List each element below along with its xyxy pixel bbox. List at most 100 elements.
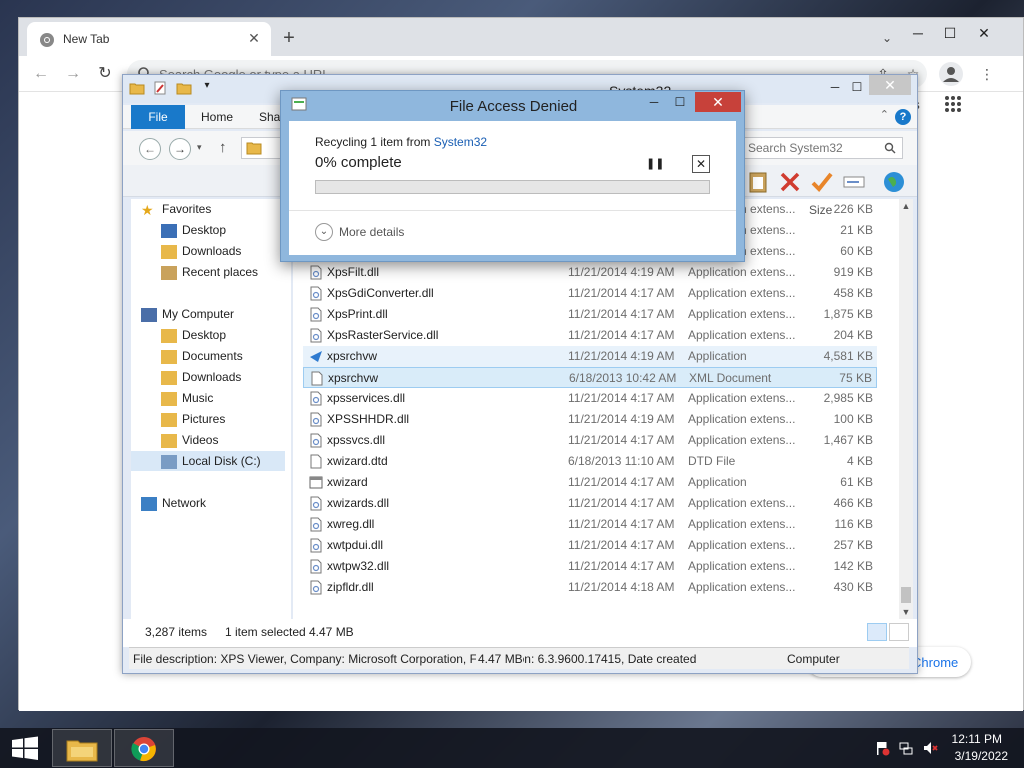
file-size: 4 KB <box>846 454 873 468</box>
rename-icon[interactable] <box>841 169 867 195</box>
explorer-close-icon[interactable]: ✕ <box>869 75 911 95</box>
windows-start-icon[interactable] <box>0 728 50 768</box>
qat-chevron-down-icon[interactable]: ▾ <box>199 80 215 96</box>
tab-title: New Tab <box>63 32 110 46</box>
nav-label: Recent places <box>182 265 259 279</box>
file-row[interactable]: xwtpw32.dll 11/21/2014 4:17 AM Application… <box>303 556 877 577</box>
file-row[interactable]: xpsservices.dll 11/21/2014 4:17 AM Applica… <box>303 388 877 409</box>
explorer-minimize-icon[interactable]: ─ <box>823 77 847 97</box>
file-size: 21 KB <box>840 223 873 237</box>
nav-my-computer[interactable]: My Computer <box>141 304 234 324</box>
file-row[interactable]: xwtpdui.dll 11/21/2014 4:17 AM Application… <box>303 535 877 556</box>
file-row[interactable]: XPSSHHDR.dll 11/21/2014 4:19 AM Applicatio… <box>303 409 877 430</box>
dialog-minimize-icon[interactable]: ─ <box>643 93 665 111</box>
nav-fav-recent[interactable]: Recent places <box>161 262 258 282</box>
clock-time[interactable]: 12:11 PM <box>952 732 1002 746</box>
chrome-maximize-icon[interactable]: ☐ <box>935 18 965 48</box>
file-row[interactable]: XpsPrint.dll 11/21/2014 4:17 AM Applicatio… <box>303 304 877 325</box>
details-view-icon[interactable] <box>867 623 887 641</box>
nav-mc-videos[interactable]: Videos <box>161 430 218 450</box>
tab-new-tab[interactable]: New Tab ✕ <box>27 22 271 56</box>
help-icon[interactable]: ? <box>895 109 911 125</box>
scroll-thumb[interactable] <box>901 587 911 603</box>
nav-label: My Computer <box>162 307 235 321</box>
file-row[interactable]: xpssvcs.dll 11/21/2014 4:17 AM Application… <box>303 430 877 451</box>
up-arrow-icon[interactable]: ↑ <box>219 139 227 156</box>
network-icon[interactable] <box>898 740 914 756</box>
nav-mc-pictures[interactable]: Pictures <box>161 409 225 429</box>
file-row[interactable]: xwizard.dtd 6/18/2013 11:10 AM DTD File 4 K… <box>303 451 877 472</box>
dialog-maximize-icon[interactable]: ☐ <box>669 93 691 111</box>
forward-icon[interactable]: → <box>61 62 85 86</box>
nav-label: Pictures <box>182 412 226 426</box>
nav-fav-downloads[interactable]: Downloads <box>161 241 241 261</box>
nav-favorites[interactable]: ★ Favorites <box>141 199 211 219</box>
recent-chevron-down-icon[interactable]: ▾ <box>197 142 202 153</box>
nav-mc-downloads[interactable]: Downloads <box>161 367 241 387</box>
reload-icon[interactable]: ↻ <box>93 62 117 86</box>
file-row[interactable]: XpsGdiConverter.dll 11/21/2014 4:17 AM App… <box>303 283 877 304</box>
nav-mc-documents[interactable]: Documents <box>161 346 243 366</box>
back-icon[interactable]: ← <box>29 62 53 86</box>
menu-icon[interactable]: ⋮ <box>977 64 997 84</box>
taskbar-file-explorer[interactable] <box>52 729 112 767</box>
explorer-maximize-icon[interactable]: ☐ <box>845 77 869 97</box>
file-row[interactable]: xwreg.dll 11/21/2014 4:17 AM Application e… <box>303 514 877 535</box>
avatar-icon[interactable] <box>939 62 963 86</box>
tab-file[interactable]: File <box>131 105 185 129</box>
explorer-search-box[interactable] <box>743 137 903 159</box>
paste-icon[interactable] <box>745 169 771 195</box>
file-date: 11/21/2014 4:19 AM <box>568 349 675 363</box>
explorer-back-icon[interactable]: ← <box>139 138 161 160</box>
file-row[interactable]: XpsRasterService.dll 11/21/2014 4:17 AM Ap… <box>303 325 877 346</box>
explorer-forward-icon[interactable]: → <box>169 138 191 160</box>
nav-network[interactable]: Network <box>141 493 206 513</box>
new-folder-icon[interactable] <box>176 80 192 96</box>
nav-local-disk[interactable]: Local Disk (C:) <box>131 451 285 471</box>
chrome-minimize-icon[interactable]: ─ <box>903 18 933 48</box>
file-row[interactable]: xwizards.dll 11/21/2014 4:17 AM Applicatio… <box>303 493 877 514</box>
tab-close-icon[interactable]: ✕ <box>245 29 263 47</box>
apps-grid-icon[interactable] <box>944 95 962 113</box>
nav-label: Favorites <box>162 202 212 216</box>
explorer-search-input[interactable] <box>748 141 878 155</box>
chrome-close-icon[interactable]: ✕ <box>969 18 999 48</box>
dialog-close-icon[interactable]: ✕ <box>695 92 741 112</box>
file-row[interactable]: xpsrchvw 11/21/2014 4:19 AM Application 4,5… <box>303 346 877 367</box>
dialog-divider <box>289 210 736 211</box>
folder-icon <box>161 391 177 406</box>
tab-search-chevron-down-icon[interactable]: ⌄ <box>877 28 897 48</box>
taskbar-chrome[interactable] <box>114 729 174 767</box>
mute-icon[interactable] <box>922 740 938 756</box>
new-tab-button[interactable]: + <box>277 26 301 50</box>
scroll-up-icon[interactable]: ▲ <box>899 199 913 213</box>
clock-date[interactable]: 3/19/2022 <box>955 749 1008 763</box>
dll-file-icon <box>310 538 322 553</box>
folder-icon[interactable] <box>129 80 145 96</box>
ribbon-expand-icon[interactable]: ⌃ <box>880 108 889 121</box>
globe-icon[interactable] <box>881 169 907 195</box>
checkmark-icon[interactable] <box>809 169 835 195</box>
properties-icon[interactable] <box>152 80 168 96</box>
file-row[interactable]: xpsrchvw 6/18/2013 10:42 AM XML Document 75… <box>303 367 877 388</box>
file-row[interactable]: XpsFilt.dll 11/21/2014 4:19 AM Application… <box>303 262 877 283</box>
more-details-button[interactable]: More details <box>339 225 404 239</box>
flag-icon[interactable] <box>874 740 890 756</box>
large-icons-view-icon[interactable] <box>889 623 909 641</box>
pause-icon[interactable]: ❚❚ <box>646 156 664 172</box>
scroll-down-icon[interactable]: ▼ <box>899 605 913 619</box>
tab-home[interactable]: Home <box>201 105 233 129</box>
cancel-close-icon[interactable]: ✕ <box>692 155 710 173</box>
file-list-scrollbar[interactable]: ▲ ▼ <box>899 199 913 619</box>
more-details-chevron-down-icon[interactable]: ⌄ <box>315 223 333 241</box>
source-folder-link[interactable]: System32 <box>434 135 487 149</box>
nav-mc-desktop[interactable]: Desktop <box>161 325 226 345</box>
nav-mc-music[interactable]: Music <box>161 388 213 408</box>
delete-icon[interactable] <box>777 169 803 195</box>
file-size: 204 KB <box>833 328 873 342</box>
file-size: 2,985 KB <box>823 391 873 405</box>
file-row[interactable]: zipfldr.dll 11/21/2014 4:18 AM Application… <box>303 577 877 598</box>
nav-fav-desktop[interactable]: Desktop <box>161 220 226 240</box>
file-row[interactable]: xwizard 11/21/2014 4:17 AM Application 61 K… <box>303 472 877 493</box>
folder-icon <box>161 370 177 385</box>
